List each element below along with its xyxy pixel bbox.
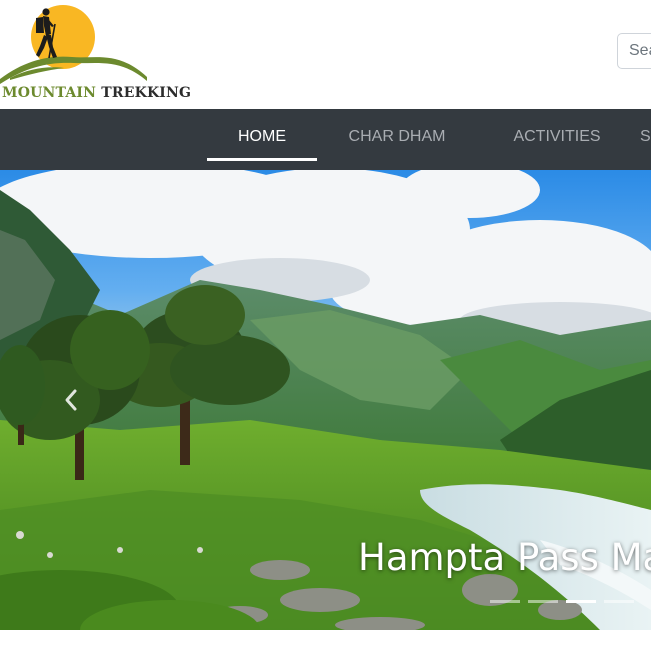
logo-text-trekking: TREKKING — [101, 85, 192, 101]
main-navbar: HOME CHAR DHAM ACTIVITIES S — [0, 109, 651, 170]
page: MOUNTAIN TREKKING HOME CHAR DHAM ACTIVIT… — [0, 0, 651, 651]
carousel-indicator-2[interactable] — [528, 600, 558, 603]
carousel-indicator-4[interactable] — [604, 600, 634, 603]
site-logo[interactable]: MOUNTAIN TREKKING — [0, 0, 191, 106]
hero-carousel: Hampta Pass Ma — [0, 170, 651, 630]
logo-text: MOUNTAIN TREKKING — [2, 84, 191, 102]
chevron-left-icon — [65, 389, 77, 411]
carousel-caption: Hampta Pass Ma — [358, 536, 651, 579]
page-content-start — [0, 630, 651, 651]
carousel-indicators — [490, 600, 651, 604]
search-input[interactable] — [618, 34, 651, 68]
carousel-indicator-3[interactable] — [566, 600, 596, 603]
nav-active-underline — [207, 158, 317, 161]
logo-text-mountain: MOUNTAIN — [2, 85, 97, 101]
nav-item-activities[interactable]: ACTIVITIES — [502, 109, 612, 170]
carousel-indicator-1[interactable] — [490, 600, 520, 603]
nav-item-partial[interactable]: S — [640, 109, 651, 170]
carousel-prev-button[interactable] — [56, 382, 86, 418]
search-field[interactable] — [617, 33, 651, 69]
nav-item-char-dham[interactable]: CHAR DHAM — [337, 109, 457, 170]
site-header: MOUNTAIN TREKKING — [0, 0, 651, 109]
trekker-logo-icon — [0, 5, 147, 84]
